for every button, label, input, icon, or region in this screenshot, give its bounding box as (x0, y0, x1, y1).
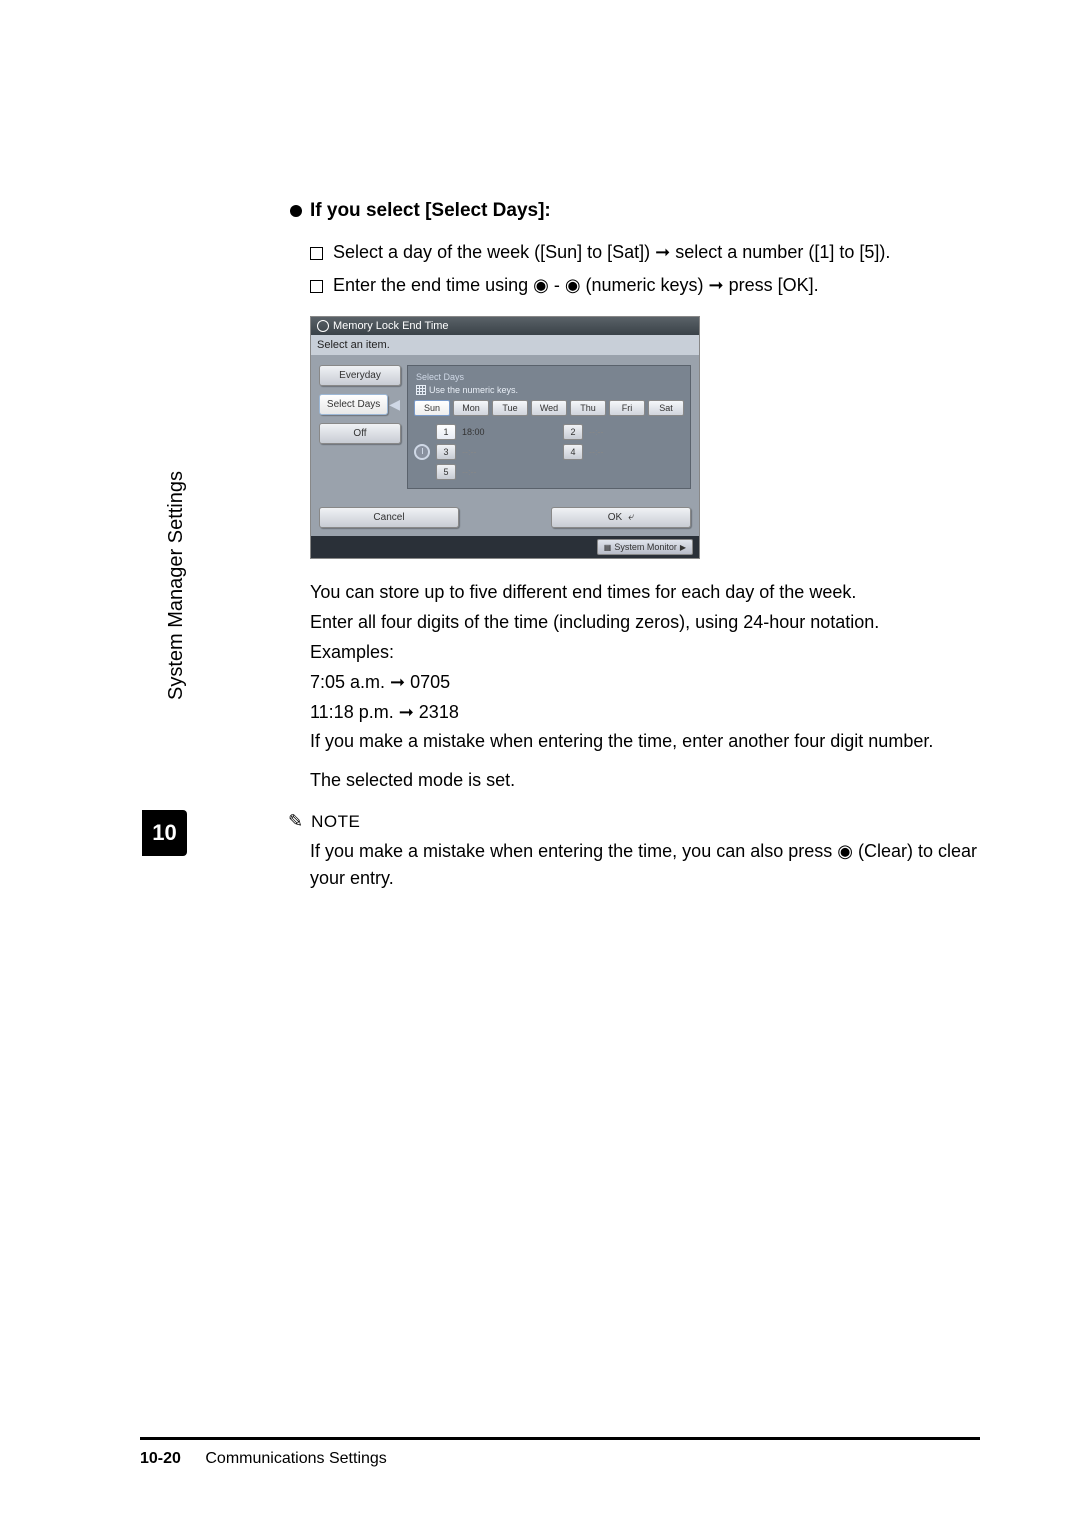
slot-2-value[interactable]: --:-- (589, 427, 684, 437)
note-label: NOTE (311, 812, 360, 832)
day-sat[interactable]: Sat (648, 400, 684, 416)
slot-1-value[interactable]: 18:00 (462, 427, 557, 437)
return-icon: ⤶ (628, 511, 634, 524)
cancel-button[interactable]: Cancel (319, 507, 459, 528)
heading-text: If you select [Select Days]: (310, 200, 551, 222)
day-thu[interactable]: Thu (570, 400, 606, 416)
day-mon[interactable]: Mon (453, 400, 489, 416)
explain-line-5: 11:18 p.m. ➞ 2318 (310, 699, 980, 727)
slot-3[interactable]: 3 (436, 444, 456, 460)
slot-5-value[interactable]: --:-- (462, 467, 557, 477)
day-wed[interactable]: Wed (531, 400, 567, 416)
explain-line-2: Enter all four digits of the time (inclu… (310, 609, 980, 637)
header-icon (317, 320, 329, 332)
arrow-left-icon: ◀ (389, 396, 400, 413)
screen-subtitle: Select an item. (311, 335, 699, 355)
slot-5[interactable]: 5 (436, 464, 456, 480)
sidebar-vertical-label: System Manager Settings (165, 471, 188, 700)
clock-icon (414, 444, 430, 460)
ok-button[interactable]: OK ⤶ (551, 507, 691, 528)
embedded-screenshot: Memory Lock End Time Select an item. Eve… (310, 316, 700, 559)
system-monitor-button[interactable]: ▦ System Monitor ▶ (597, 539, 693, 555)
numeric-keys-icon (416, 385, 426, 395)
panel-title: Select Days (412, 370, 686, 384)
mode-set-text: The selected mode is set. (310, 770, 980, 791)
option-everyday[interactable]: Everyday (319, 365, 401, 386)
pencil-icon: ✎ (288, 811, 303, 832)
checklist-item-1: Select a day of the week ([Sun] to [Sat]… (333, 242, 890, 263)
bullet-icon (290, 205, 302, 217)
checkbox-icon (310, 280, 323, 293)
day-sun[interactable]: Sun (414, 400, 450, 416)
footer-section: Communications Settings (205, 1450, 386, 1467)
note-text: If you make a mistake when entering the … (310, 838, 980, 892)
checklist-item-2: Enter the end time using ◉ - ◉ (numeric … (333, 275, 819, 296)
slot-3-value[interactable]: --:-- (462, 447, 557, 457)
panel-subtitle: Use the numeric keys. (429, 385, 518, 395)
screen-header: Memory Lock End Time (311, 317, 699, 335)
option-select-days[interactable]: Select Days (319, 394, 388, 415)
slot-4[interactable]: 4 (563, 444, 583, 460)
day-fri[interactable]: Fri (609, 400, 645, 416)
day-tue[interactable]: Tue (492, 400, 528, 416)
chevron-right-icon: ▶ (680, 543, 686, 552)
slot-1[interactable]: 1 (436, 424, 456, 440)
option-off[interactable]: Off (319, 423, 401, 444)
slot-4-value[interactable]: --:-- (589, 447, 684, 457)
screen-title: Memory Lock End Time (333, 320, 449, 332)
chapter-tab: 10 (142, 810, 187, 856)
explain-line-4: 7:05 a.m. ➞ 0705 (310, 669, 980, 697)
page-footer: 10-20 Communications Settings (140, 1437, 980, 1468)
explain-line-6: If you make a mistake when entering the … (310, 728, 980, 756)
explain-line-3: Examples: (310, 639, 980, 667)
checkbox-icon (310, 247, 323, 260)
slot-2[interactable]: 2 (563, 424, 583, 440)
explain-line-1: You can store up to five different end t… (310, 579, 980, 607)
page-number: 10-20 (140, 1450, 181, 1467)
